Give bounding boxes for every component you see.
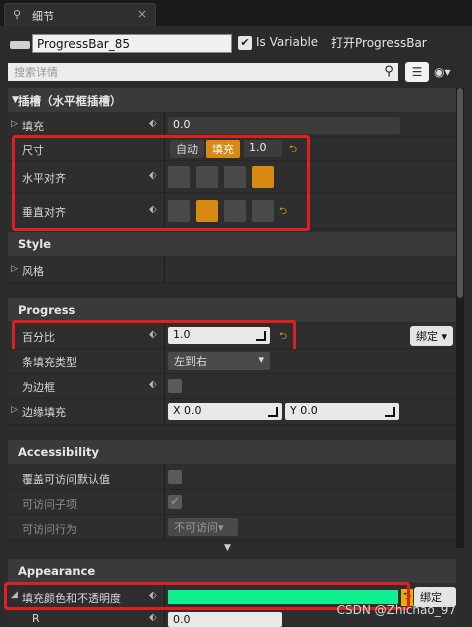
highlight-box-alignment: [12, 135, 310, 231]
watermark: CSDN @Zhichao_97: [336, 603, 456, 617]
fill-type-label: 条填充类型: [22, 356, 77, 369]
property-row-children: 可访问子项 ✔: [8, 490, 456, 515]
border-padding-y-field[interactable]: Y 0.0: [285, 403, 399, 420]
x-value: 0.0: [184, 404, 202, 417]
r-value: 0.0: [173, 613, 191, 626]
padding-label: 填充: [22, 120, 44, 133]
border-padding-label: 边缘填充: [22, 406, 66, 419]
view-options-eye-icon[interactable]: ◉▾: [434, 62, 466, 82]
expand-icon[interactable]: ▷: [11, 405, 18, 415]
style-label: 风格: [22, 265, 44, 278]
advanced-expand-icon[interactable]: ▼: [224, 543, 231, 553]
tab-label: 细节: [32, 10, 54, 23]
is-variable-checkbox[interactable]: ✔: [238, 36, 252, 50]
category-style[interactable]: Style: [8, 232, 456, 256]
property-row-behavior: 可访问行为 不可访问▾: [8, 515, 456, 540]
property-row-fill-type: 条填充类型 左到右 ▾: [8, 349, 456, 374]
fill-type-value: 左到右: [174, 355, 207, 368]
behavior-value: 不可访问: [174, 521, 218, 534]
expand-icon[interactable]: ▷: [11, 119, 18, 129]
children-checkbox[interactable]: ✔: [168, 495, 182, 509]
widget-name-input[interactable]: ProgressBar_85: [32, 34, 232, 53]
border-padding-x-field[interactable]: X 0.0: [168, 403, 282, 420]
category-title: Accessibility: [18, 445, 100, 459]
property-row-override: 覆盖可访问默认值: [8, 465, 456, 490]
children-label: 可访问子项: [22, 498, 77, 511]
property-row-padding: ▷ 填充 ⬖ 0.0: [8, 113, 456, 137]
scrollbar[interactable]: [456, 88, 464, 548]
scrollbar-thumb[interactable]: [457, 88, 463, 298]
y-value: 0.0: [300, 404, 318, 417]
behavior-label: 可访问行为: [22, 523, 77, 536]
category-slot[interactable]: ▼ 插槽（水平框插槽）: [8, 88, 456, 112]
category-title: Style: [18, 237, 52, 251]
property-matrix-button[interactable]: ☰: [405, 62, 429, 82]
property-row-marquee: 为边框 ⬖: [8, 374, 456, 399]
override-checkbox[interactable]: [168, 470, 182, 484]
category-title: 插槽（水平框插槽）: [18, 94, 122, 108]
override-label: 覆盖可访问默认值: [22, 473, 110, 486]
category-title: Progress: [18, 303, 76, 317]
fill-type-dropdown[interactable]: 左到右 ▾: [168, 352, 270, 370]
is-marquee-checkbox[interactable]: [168, 379, 182, 393]
is-marquee-label: 为边框: [22, 381, 55, 394]
x-label: X: [173, 404, 181, 417]
search-input[interactable]: 搜索详情: [8, 63, 398, 81]
close-icon[interactable]: ×: [137, 7, 147, 21]
behavior-dropdown[interactable]: 不可访问▾: [168, 518, 238, 536]
r-field[interactable]: 0.0: [168, 612, 282, 627]
property-row-style: ▷ 风格: [8, 257, 456, 283]
pin-icon[interactable]: ⬖: [149, 379, 157, 390]
category-title: Appearance: [18, 564, 96, 578]
drag-handle-icon[interactable]: [268, 407, 278, 417]
bind-label: 绑定: [416, 330, 438, 343]
is-variable-label: Is Variable: [256, 35, 319, 49]
widget-type-icon: [10, 41, 30, 49]
category-accessibility[interactable]: Accessibility: [8, 440, 456, 464]
drag-handle-icon[interactable]: [385, 407, 395, 417]
pin-icon[interactable]: ⬖: [149, 118, 157, 129]
padding-field[interactable]: 0.0: [168, 117, 400, 134]
magnifier-icon: ⚲: [13, 8, 22, 21]
category-appearance[interactable]: Appearance: [8, 559, 456, 583]
y-label: Y: [290, 404, 297, 417]
search-icon[interactable]: ⚲: [380, 63, 398, 81]
pin-icon[interactable]: ⬖: [149, 612, 157, 623]
property-row-border-padding: ▷ 边缘填充 X 0.0 Y 0.0: [8, 399, 456, 425]
tab-details[interactable]: ⚲ 细节 ×: [4, 3, 156, 26]
category-progress[interactable]: Progress: [8, 298, 456, 322]
bind-button[interactable]: 绑定 ▾: [410, 326, 454, 346]
expand-icon[interactable]: ▷: [11, 264, 18, 274]
r-label: R: [32, 612, 40, 625]
open-progressbar-link[interactable]: 打开ProgressBar: [331, 34, 427, 51]
